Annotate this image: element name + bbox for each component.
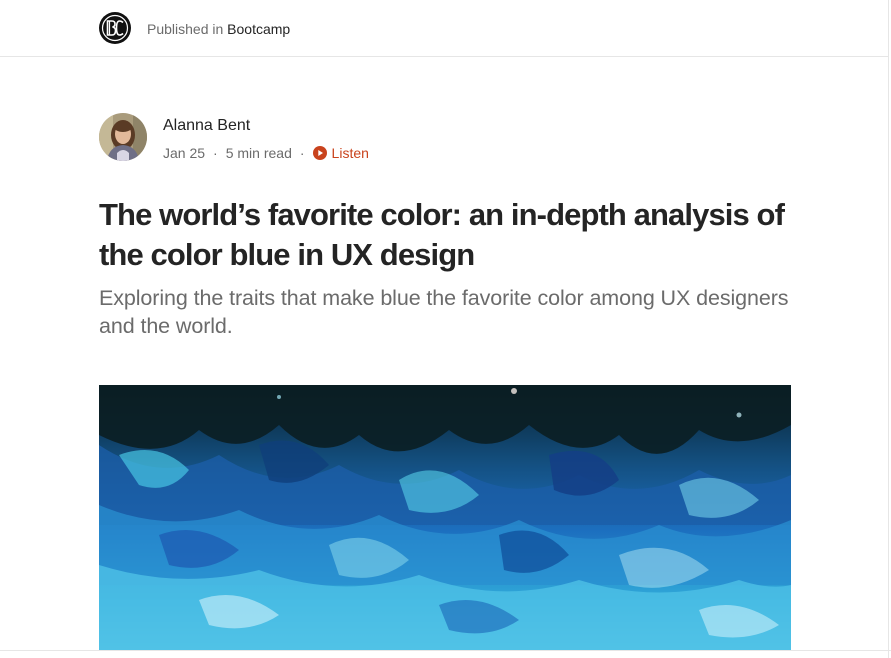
author-avatar[interactable]: [99, 113, 147, 161]
meta-separator: ·: [299, 145, 305, 161]
published-in-line: Published in Bootcamp: [147, 20, 290, 38]
article-page: Published in Bootcamp Alanna Bent Jan 25…: [0, 0, 891, 658]
bootcamp-logo-icon[interactable]: [99, 12, 131, 44]
author-name-link[interactable]: Alanna Bent: [163, 116, 250, 136]
play-circle-icon: [312, 146, 327, 160]
page-edge-divider: [888, 0, 889, 658]
publication-name-link[interactable]: Bootcamp: [227, 21, 290, 37]
published-in-label: Published in: [147, 21, 228, 37]
listen-button[interactable]: Listen: [312, 145, 369, 161]
page-bottom-divider: [0, 650, 891, 651]
hero-image: [99, 385, 791, 650]
listen-label: Listen: [331, 145, 369, 161]
article-subtitle: Exploring the traits that make blue the …: [99, 286, 789, 338]
publish-date: Jan 25: [163, 145, 206, 161]
publication-header: Published in Bootcamp: [0, 0, 888, 57]
article-title: The world’s favorite color: an in-depth …: [99, 197, 785, 272]
article-meta: Jan 25 · 5 min read · Listen: [163, 144, 369, 162]
meta-separator: ·: [213, 145, 218, 161]
read-time: 5 min read: [225, 145, 292, 161]
